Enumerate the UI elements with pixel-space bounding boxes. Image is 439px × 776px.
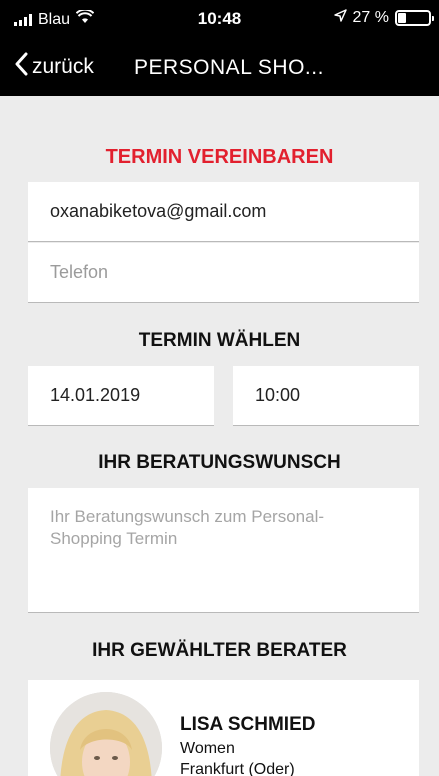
battery-icon	[395, 10, 434, 26]
advisor-city: Frankfurt (Oder)	[180, 761, 295, 776]
chevron-left-icon	[14, 52, 28, 82]
navigation-bar: zurück PERSONAL SHO...	[0, 48, 439, 88]
date-heading: TERMIN WÄHLEN	[138, 330, 301, 351]
email-field[interactable]: oxanabiketova@gmail.com	[28, 182, 419, 242]
advisor-name: LISA SCHMIED	[180, 714, 316, 735]
back-button[interactable]: zurück	[14, 52, 94, 82]
advisor-department: Women	[180, 740, 235, 757]
top-bar: Blau 10:48 27 % zurück PERSONAL SHO...	[0, 0, 439, 96]
time-field[interactable]: 10:00	[233, 366, 419, 426]
phone-field[interactable]: Telefon	[28, 243, 419, 303]
request-heading: IHR BERATUNGSWUNSCH	[98, 452, 341, 473]
advisor-card[interactable]: LISA SCHMIED Women Frankfurt (Oder)	[28, 680, 419, 776]
back-label: zurück	[32, 55, 94, 78]
advisor-heading: IHR GEWÄHLTER BERATER	[92, 640, 347, 661]
avatar	[50, 692, 162, 776]
status-right: 27 %	[333, 9, 434, 27]
battery-percent: 27 %	[352, 9, 389, 26]
page-title: PERSONAL SHO...	[134, 56, 324, 79]
location-arrow-icon	[333, 9, 347, 27]
request-textarea[interactable]: Ihr Beratungswunsch zum Personal-Shoppin…	[28, 488, 419, 613]
status-bar: Blau 10:48 27 %	[0, 0, 439, 40]
date-field[interactable]: 14.01.2019	[28, 366, 214, 426]
appointment-heading: TERMIN VEREINBAREN	[105, 146, 334, 168]
